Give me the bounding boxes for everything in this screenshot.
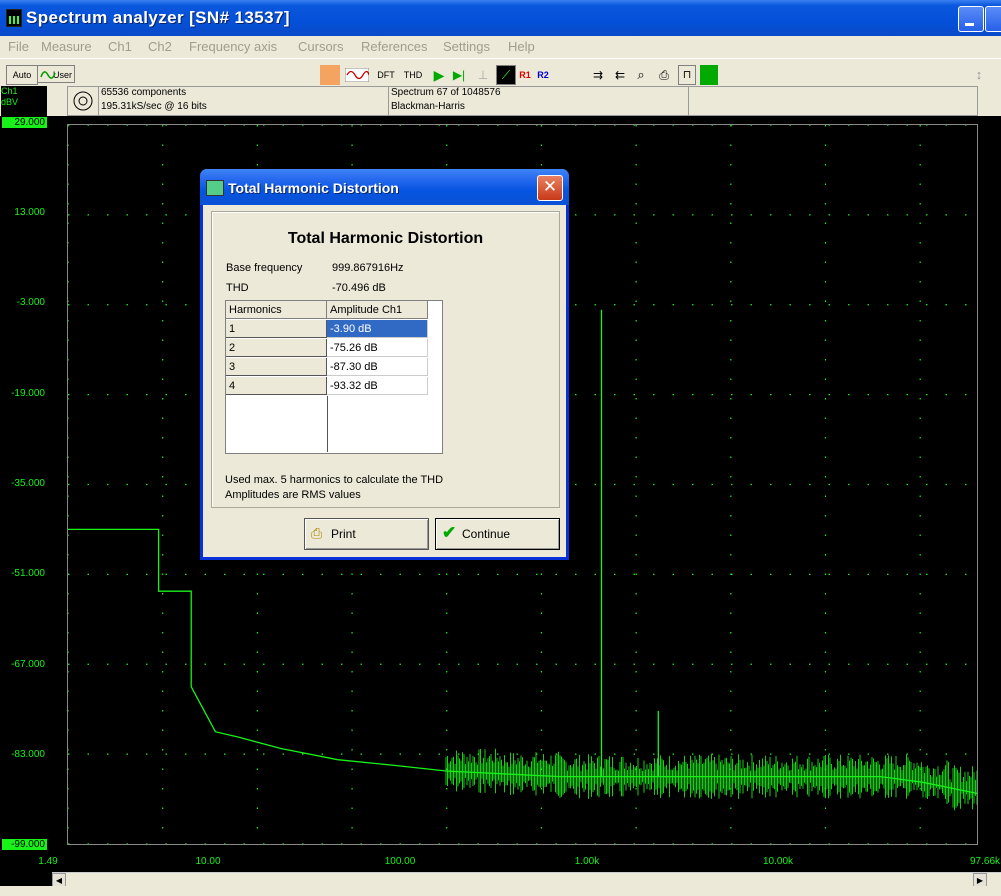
dft-button[interactable]: DFT <box>373 65 399 85</box>
channel-label-box: Ch1 dBV <box>1 86 47 116</box>
y-tick-label: -3.000 <box>16 297 45 308</box>
channel-unit: dBV <box>1 97 19 107</box>
table-header[interactable]: Harmonics <box>226 301 327 319</box>
status-strip <box>0 886 1001 896</box>
checkmark-icon: ✔ <box>442 523 457 542</box>
play-icon[interactable]: ▶ <box>430 65 448 85</box>
app-icon <box>6 9 22 27</box>
y-tick-label: 29.000 <box>2 117 47 128</box>
step-icon[interactable]: ▶| <box>450 65 468 85</box>
table-row-value[interactable]: -93.32 dB <box>327 377 428 395</box>
channel-name: Ch1 <box>1 86 18 96</box>
scope-wave-icon <box>344 67 370 83</box>
base-frequency-label: Base frequency <box>226 262 303 274</box>
scope-icon[interactable] <box>343 65 371 85</box>
noise-floor <box>445 748 978 811</box>
window-title-bar[interactable]: Spectrum analyzer [SN# 13537] <box>0 0 1001 36</box>
wave-icon <box>40 71 56 79</box>
window-function-text: Blackman-Harris <box>391 101 465 112</box>
y-tick-label: -19.000 <box>11 388 45 399</box>
dialog-close-button[interactable]: ✕ <box>537 175 563 201</box>
x-tick-label: 1.49 <box>38 856 58 867</box>
toolbar: Auto User DFT THD ▶ ▶| ⊥ ⟋ R1 R2 ⇉ ⇇ ⌕ ⎙… <box>0 58 1001 87</box>
table-row-value[interactable]: -75.26 dB <box>327 339 428 357</box>
probe-icon[interactable] <box>320 65 340 85</box>
cursor-disabled-icon[interactable]: ⊥ <box>473 65 493 85</box>
info-bar: Ch1 dBV 65536 components 195.31kS/sec @ … <box>0 86 1001 116</box>
y-tick-label: -67.000 <box>11 659 45 670</box>
x-tick-label: 100.00 <box>384 856 416 867</box>
menu-ch2[interactable]: Ch2 <box>148 39 172 54</box>
thd-label: THD <box>226 282 249 294</box>
table-row-index[interactable]: 4 <box>226 377 327 395</box>
continue-button[interactable]: ✔ Continue <box>435 518 560 550</box>
printer-icon: ⎙ <box>311 525 323 541</box>
scroll-right-arrow[interactable]: ▶ <box>973 873 987 887</box>
harmonics-note: Used max. 5 harmonics to calculate the T… <box>225 474 444 486</box>
y-tick-label: -99.000 <box>2 839 47 850</box>
table-row-value[interactable]: -87.30 dB <box>327 358 428 376</box>
print-button[interactable]: ⎙ Print <box>304 518 429 550</box>
menu-references[interactable]: References <box>361 39 427 54</box>
table-empty-area <box>226 396 328 452</box>
menu-cursors[interactable]: Cursors <box>298 39 344 54</box>
thd-button[interactable]: THD <box>400 65 426 85</box>
user-button[interactable]: User <box>37 65 75 83</box>
x-tick-label: 10.00k <box>762 856 794 867</box>
continue-label: Continue <box>462 527 511 541</box>
menu-settings[interactable]: Settings <box>443 39 490 54</box>
thd-dialog: Total Harmonic Distortion ✕ Total Harmon… <box>200 169 569 560</box>
components-text: 65536 components <box>101 87 187 98</box>
menu-frequency-axis[interactable]: Frequency axis <box>189 39 277 54</box>
harmonics-table[interactable]: Harmonics Amplitude Ch1 1 -3.90 dB 2 -75… <box>225 300 443 454</box>
target-icon <box>73 91 93 111</box>
r1-button[interactable]: R1 <box>516 65 534 85</box>
y-tick-label: 13.000 <box>14 207 45 218</box>
rms-note: Amplitudes are RMS values <box>225 489 361 501</box>
dialog-title: Total Harmonic Distortion <box>228 180 399 196</box>
grid-toggle-icon[interactable] <box>700 65 718 85</box>
dialog-heading: Total Harmonic Distortion <box>287 230 484 247</box>
menu-measure[interactable]: Measure <box>41 39 92 54</box>
table-row-index[interactable]: 1 <box>226 320 327 338</box>
scroll-left-arrow[interactable]: ◀ <box>52 873 66 887</box>
dialog-panel: Total Harmonic Distortion Base frequency… <box>211 211 560 508</box>
zoom-icon[interactable]: ⌕ <box>631 65 651 85</box>
y-tick-label: -83.000 <box>11 749 45 760</box>
menu-file[interactable]: File <box>8 39 29 54</box>
sample-rate-text: 195.31kS/sec @ 16 bits <box>101 101 207 112</box>
horizontal-scrollbar[interactable]: ◀ ▶ <box>52 872 1001 887</box>
y-tick-label: -35.000 <box>11 478 45 489</box>
dialog-title-bar[interactable]: Total Harmonic Distortion ✕ <box>200 169 569 205</box>
x-tick-label: 97.66k <box>969 856 1001 867</box>
table-header[interactable]: Amplitude Ch1 <box>327 301 428 319</box>
spectrum-count-text: Spectrum 67 of 1048576 <box>391 87 501 98</box>
print-label: Print <box>331 527 356 541</box>
maximize-button[interactable] <box>985 6 1001 32</box>
empty-info-cell <box>688 86 978 116</box>
menu-help[interactable]: Help <box>508 39 535 54</box>
table-row-index[interactable]: 2 <box>226 339 327 357</box>
auto-button[interactable]: Auto <box>6 65 38 85</box>
target-icon-cell[interactable] <box>67 86 99 116</box>
base-frequency-value: 999.867916Hz <box>332 262 404 274</box>
menu-ch1[interactable]: Ch1 <box>108 39 132 54</box>
resize-icon[interactable]: ↕ <box>968 65 990 85</box>
print-icon[interactable]: ⎙ <box>654 65 674 85</box>
export-icon[interactable]: ⇉ <box>588 65 608 85</box>
x-tick-label: 10.00 <box>195 856 221 867</box>
table-row-value[interactable]: -3.90 dB <box>327 320 428 338</box>
r2-button[interactable]: R2 <box>534 65 552 85</box>
scope-display-icon[interactable]: ⟋ <box>496 65 516 85</box>
x-tick-label: 1.00k <box>574 856 600 867</box>
thd-value: -70.496 dB <box>332 282 386 294</box>
dialog-app-icon <box>206 180 224 196</box>
window-title: Spectrum analyzer [SN# 13537] <box>26 8 290 27</box>
pulse-icon[interactable]: ⊓ <box>678 65 696 85</box>
minimize-button[interactable] <box>958 6 984 32</box>
menu-bar: File Measure Ch1 Ch2 Frequency axis Curs… <box>0 36 1001 58</box>
y-tick-label: -51.000 <box>11 568 45 579</box>
import-icon[interactable]: ⇇ <box>610 65 630 85</box>
table-row-index[interactable]: 3 <box>226 358 327 376</box>
